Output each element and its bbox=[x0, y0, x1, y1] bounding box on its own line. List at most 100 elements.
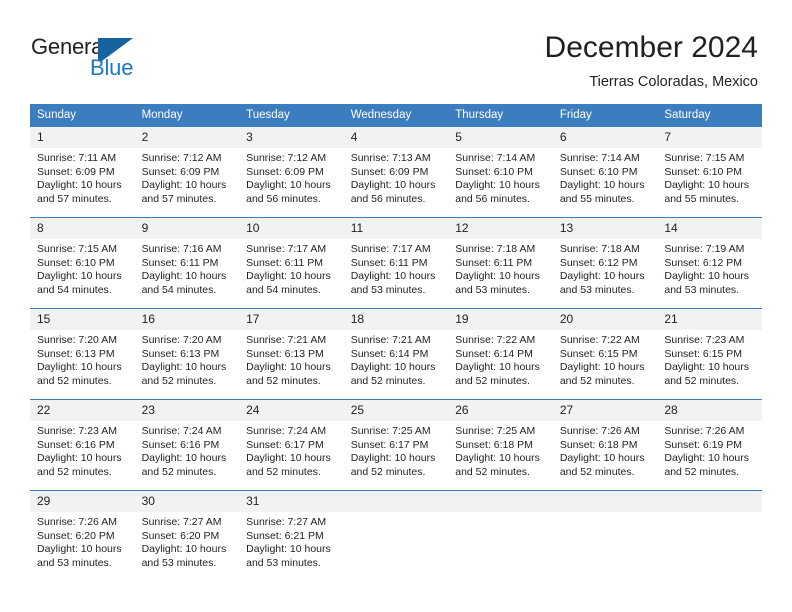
sunset-text: Sunset: 6:14 PM bbox=[350, 347, 429, 360]
daylight-text-line1: Daylight: 10 hours bbox=[455, 179, 540, 192]
day-details: Sunrise: 7:19 AM Sunset: 6:12 PM Dayligh… bbox=[657, 239, 762, 297]
sunrise-text: Sunrise: 7:26 AM bbox=[664, 425, 745, 437]
day-cell[interactable]: 2 Sunrise: 7:12 AM Sunset: 6:09 PM Dayli… bbox=[134, 126, 240, 218]
day-cell[interactable]: 11 Sunrise: 7:17 AM Sunset: 6:11 PM Dayl… bbox=[343, 217, 449, 309]
day-number: 29 bbox=[30, 491, 135, 512]
daylight-text-line2: and 52 minutes. bbox=[37, 374, 112, 387]
day-cell[interactable]: 10 Sunrise: 7:17 AM Sunset: 6:11 PM Dayl… bbox=[239, 217, 344, 309]
day-number: 13 bbox=[552, 218, 658, 239]
sunset-text: Sunset: 6:09 PM bbox=[350, 165, 429, 178]
day-cell-empty bbox=[552, 490, 658, 581]
day-cell[interactable]: 12 Sunrise: 7:18 AM Sunset: 6:11 PM Dayl… bbox=[448, 217, 553, 309]
day-cell[interactable]: 26 Sunrise: 7:25 AM Sunset: 6:18 PM Dayl… bbox=[448, 399, 553, 491]
day-cell[interactable]: 23 Sunrise: 7:24 AM Sunset: 6:16 PM Dayl… bbox=[134, 399, 240, 491]
day-cell[interactable]: 15 Sunrise: 7:20 AM Sunset: 6:13 PM Dayl… bbox=[30, 308, 135, 400]
day-cell[interactable]: 1 Sunrise: 7:11 AM Sunset: 6:09 PM Dayli… bbox=[30, 126, 135, 218]
sunrise-text: Sunrise: 7:25 AM bbox=[455, 425, 536, 437]
sunset-text: Sunset: 6:11 PM bbox=[455, 256, 533, 269]
sunset-text: Sunset: 6:19 PM bbox=[664, 438, 743, 451]
daylight-text-line2: and 53 minutes. bbox=[141, 556, 217, 569]
day-details: Sunrise: 7:15 AM Sunset: 6:10 PM Dayligh… bbox=[657, 148, 762, 206]
daylight-text-line2: and 52 minutes. bbox=[141, 465, 217, 478]
day-details: Sunrise: 7:11 AM Sunset: 6:09 PM Dayligh… bbox=[30, 148, 135, 206]
day-number: 28 bbox=[657, 400, 762, 421]
daylight-text-line2: and 52 minutes. bbox=[664, 465, 740, 478]
daylight-text-line1: Daylight: 10 hours bbox=[350, 452, 436, 465]
day-number: 20 bbox=[552, 309, 658, 330]
sunset-text: Sunset: 6:11 PM bbox=[350, 256, 428, 269]
sunset-text: Sunset: 6:10 PM bbox=[37, 256, 115, 269]
day-cell[interactable]: 8 Sunrise: 7:15 AM Sunset: 6:10 PM Dayli… bbox=[30, 217, 135, 309]
day-details: Sunrise: 7:27 AM Sunset: 6:20 PM Dayligh… bbox=[135, 512, 240, 570]
daylight-text-line1: Daylight: 10 hours bbox=[37, 361, 122, 374]
day-details: Sunrise: 7:25 AM Sunset: 6:18 PM Dayligh… bbox=[448, 421, 553, 479]
sunset-text: Sunset: 6:17 PM bbox=[246, 438, 324, 451]
calendar-header-row: Sunday Monday Tuesday Wednesday Thursday… bbox=[30, 104, 762, 127]
daylight-text-line2: and 56 minutes. bbox=[455, 192, 530, 205]
sunrise-sunset-calendar: Sunday Monday Tuesday Wednesday Thursday… bbox=[30, 104, 762, 581]
day-details: Sunrise: 7:20 AM Sunset: 6:13 PM Dayligh… bbox=[135, 330, 240, 388]
sunrise-text: Sunrise: 7:25 AM bbox=[350, 425, 431, 437]
sunset-text: Sunset: 6:09 PM bbox=[37, 165, 115, 178]
day-cell[interactable]: 20 Sunrise: 7:22 AM Sunset: 6:15 PM Dayl… bbox=[552, 308, 658, 400]
day-cell[interactable]: 19 Sunrise: 7:22 AM Sunset: 6:14 PM Dayl… bbox=[448, 308, 553, 400]
day-number: 15 bbox=[30, 309, 135, 330]
daylight-text-line2: and 53 minutes. bbox=[37, 556, 112, 569]
day-details: Sunrise: 7:14 AM Sunset: 6:10 PM Dayligh… bbox=[448, 148, 553, 206]
daylight-text-line2: and 52 minutes. bbox=[350, 465, 426, 478]
daylight-text-line2: and 57 minutes. bbox=[37, 192, 112, 205]
day-cell[interactable]: 21 Sunrise: 7:23 AM Sunset: 6:15 PM Dayl… bbox=[657, 308, 762, 400]
day-cell[interactable]: 9 Sunrise: 7:16 AM Sunset: 6:11 PM Dayli… bbox=[134, 217, 240, 309]
day-cell[interactable]: 16 Sunrise: 7:20 AM Sunset: 6:13 PM Dayl… bbox=[134, 308, 240, 400]
day-cell[interactable]: 31 Sunrise: 7:27 AM Sunset: 6:21 PM Dayl… bbox=[239, 490, 344, 581]
day-cell[interactable]: 3 Sunrise: 7:12 AM Sunset: 6:09 PM Dayli… bbox=[239, 126, 344, 218]
sunrise-text: Sunrise: 7:27 AM bbox=[246, 516, 327, 528]
week-row: 8 Sunrise: 7:15 AM Sunset: 6:10 PM Dayli… bbox=[30, 217, 762, 309]
day-cell[interactable]: 5 Sunrise: 7:14 AM Sunset: 6:10 PM Dayli… bbox=[448, 126, 553, 218]
sunrise-text: Sunrise: 7:24 AM bbox=[246, 425, 327, 437]
day-number: 9 bbox=[134, 218, 240, 239]
daylight-text-line2: and 54 minutes. bbox=[141, 283, 217, 296]
weekday-header-friday: Friday bbox=[552, 104, 658, 127]
generalblue-logo[interactable]: General Blue bbox=[31, 34, 221, 86]
weekday-header-saturday: Saturday bbox=[657, 104, 762, 127]
daylight-text-line2: and 54 minutes. bbox=[37, 283, 112, 296]
day-cell-empty bbox=[657, 490, 762, 581]
sunset-text: Sunset: 6:13 PM bbox=[141, 347, 220, 360]
day-cell[interactable]: 22 Sunrise: 7:23 AM Sunset: 6:16 PM Dayl… bbox=[30, 399, 135, 491]
sunrise-text: Sunrise: 7:11 AM bbox=[37, 152, 117, 164]
day-details: Sunrise: 7:14 AM Sunset: 6:10 PM Dayligh… bbox=[553, 148, 658, 206]
day-cell[interactable]: 18 Sunrise: 7:21 AM Sunset: 6:14 PM Dayl… bbox=[343, 308, 449, 400]
day-cell[interactable]: 28 Sunrise: 7:26 AM Sunset: 6:19 PM Dayl… bbox=[657, 399, 762, 491]
day-details: Sunrise: 7:27 AM Sunset: 6:21 PM Dayligh… bbox=[239, 512, 344, 570]
day-number: 23 bbox=[134, 400, 240, 421]
day-details: Sunrise: 7:22 AM Sunset: 6:14 PM Dayligh… bbox=[448, 330, 553, 388]
day-cell[interactable]: 17 Sunrise: 7:21 AM Sunset: 6:13 PM Dayl… bbox=[239, 308, 344, 400]
day-cell[interactable]: 6 Sunrise: 7:14 AM Sunset: 6:10 PM Dayli… bbox=[552, 126, 658, 218]
day-cell-empty bbox=[448, 490, 553, 581]
sunset-text: Sunset: 6:20 PM bbox=[37, 529, 115, 542]
day-cell[interactable]: 25 Sunrise: 7:25 AM Sunset: 6:17 PM Dayl… bbox=[343, 399, 449, 491]
daylight-text-line1: Daylight: 10 hours bbox=[141, 179, 227, 192]
week-row: 22 Sunrise: 7:23 AM Sunset: 6:16 PM Dayl… bbox=[30, 399, 762, 491]
sunrise-text: Sunrise: 7:23 AM bbox=[37, 425, 117, 437]
day-cell[interactable]: 30 Sunrise: 7:27 AM Sunset: 6:20 PM Dayl… bbox=[134, 490, 240, 581]
day-cell[interactable]: 7 Sunrise: 7:15 AM Sunset: 6:10 PM Dayli… bbox=[657, 126, 762, 218]
day-cell[interactable]: 4 Sunrise: 7:13 AM Sunset: 6:09 PM Dayli… bbox=[343, 126, 449, 218]
day-number bbox=[657, 491, 762, 512]
day-details: Sunrise: 7:17 AM Sunset: 6:11 PM Dayligh… bbox=[344, 239, 449, 297]
daylight-text-line1: Daylight: 10 hours bbox=[37, 179, 122, 192]
day-cell[interactable]: 27 Sunrise: 7:26 AM Sunset: 6:18 PM Dayl… bbox=[552, 399, 658, 491]
daylight-text-line2: and 52 minutes. bbox=[559, 374, 635, 387]
day-cell[interactable]: 14 Sunrise: 7:19 AM Sunset: 6:12 PM Dayl… bbox=[657, 217, 762, 309]
day-details: Sunrise: 7:22 AM Sunset: 6:15 PM Dayligh… bbox=[553, 330, 658, 388]
sunrise-text: Sunrise: 7:15 AM bbox=[37, 243, 117, 255]
day-cell[interactable]: 13 Sunrise: 7:18 AM Sunset: 6:12 PM Dayl… bbox=[552, 217, 658, 309]
sunrise-text: Sunrise: 7:26 AM bbox=[37, 516, 117, 528]
day-cell[interactable]: 24 Sunrise: 7:24 AM Sunset: 6:17 PM Dayl… bbox=[239, 399, 344, 491]
day-cell[interactable]: 29 Sunrise: 7:26 AM Sunset: 6:20 PM Dayl… bbox=[30, 490, 135, 581]
daylight-text-line1: Daylight: 10 hours bbox=[246, 361, 331, 374]
weekday-header-tuesday: Tuesday bbox=[239, 104, 344, 127]
sunrise-text: Sunrise: 7:26 AM bbox=[559, 425, 640, 437]
daylight-text-line2: and 52 minutes. bbox=[455, 465, 530, 478]
